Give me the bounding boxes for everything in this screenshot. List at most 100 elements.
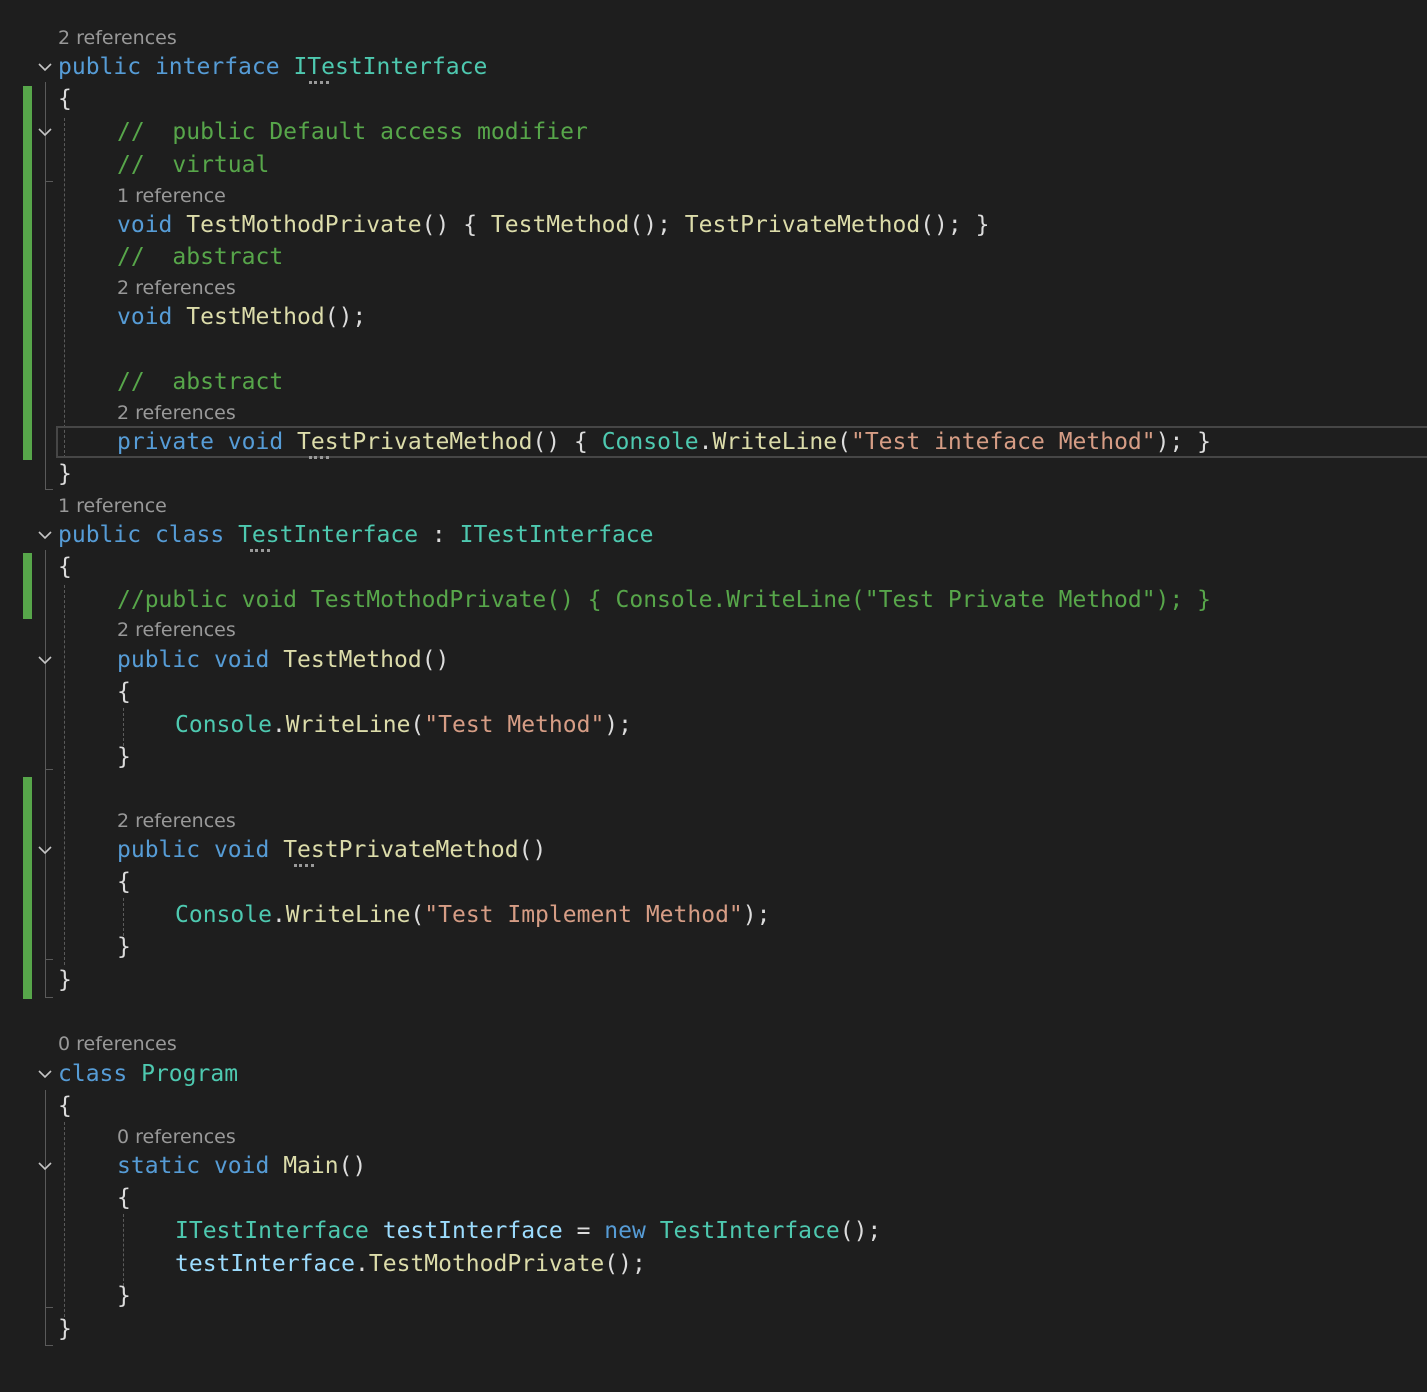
keyword: class	[154, 522, 225, 548]
method-name[interactable]: Main	[283, 1153, 338, 1179]
keyword: public	[117, 837, 201, 863]
keyword: public	[117, 647, 201, 673]
code-line[interactable]: void TestMethod();	[117, 301, 1427, 333]
method-name[interactable]: WriteLine	[713, 429, 838, 455]
indent-guide	[64, 585, 65, 965]
code-lens-references[interactable]: 2 references	[117, 618, 236, 642]
type-name[interactable]: TestInterface	[660, 1218, 840, 1244]
method-name[interactable]: TestPrivateMethod	[283, 837, 518, 863]
code-lens-references[interactable]: 1 reference	[58, 494, 167, 518]
code-lens-references[interactable]: 2 references	[58, 26, 177, 50]
type-name[interactable]: Program	[141, 1061, 238, 1087]
outline-guide	[45, 148, 46, 182]
punctuation: ()	[338, 1153, 367, 1179]
type-name[interactable]: ITestInterface	[460, 522, 654, 548]
code-line[interactable]: // public Default access modifier	[117, 116, 1427, 148]
code-line[interactable]: {	[58, 83, 1427, 115]
brace: }	[117, 744, 131, 770]
string-literal: "Test inteface Method"	[850, 429, 1156, 455]
keyword: void	[117, 304, 173, 330]
comment: // abstract	[117, 369, 284, 395]
method-name[interactable]: TestMothodPrivate	[186, 212, 421, 238]
code-line[interactable]: public void TestMethod()	[117, 644, 1427, 676]
punctuation: .	[355, 1251, 369, 1277]
code-line[interactable]: static void Main()	[117, 1150, 1427, 1182]
keyword: void	[213, 1153, 270, 1179]
code-line[interactable]: }	[58, 964, 1427, 996]
keyword: private	[117, 429, 214, 455]
method-name[interactable]: TestMethod	[491, 212, 629, 238]
brace: {	[117, 1185, 131, 1211]
chevron-down-icon[interactable]	[37, 1066, 53, 1082]
type-name[interactable]: ITestInterface	[175, 1218, 369, 1244]
punctuation: .	[271, 712, 286, 738]
code-lens-references[interactable]: 0 references	[117, 1125, 236, 1149]
punctuation: ();	[604, 1251, 646, 1277]
code-line[interactable]: class Program	[58, 1058, 1427, 1090]
code-line[interactable]: // abstract	[117, 241, 1427, 273]
code-line[interactable]: ITestInterface testInterface = new TestI…	[175, 1215, 1427, 1247]
type-name[interactable]: Console	[602, 429, 699, 455]
type-name[interactable]: Console	[175, 902, 272, 928]
code-line[interactable]: testInterface.TestMothodPrivate();	[175, 1248, 1427, 1280]
chevron-down-icon[interactable]	[37, 652, 53, 668]
punctuation: );	[604, 712, 632, 738]
code-lens-references[interactable]: 2 references	[117, 276, 236, 300]
code-line[interactable]: Console.WriteLine("Test Method");	[175, 709, 1427, 741]
method-name[interactable]: TestPrivateMethod	[685, 212, 920, 238]
string-literal: "Test Implement Method"	[424, 902, 743, 928]
method-name[interactable]: TestPrivateMethod	[297, 429, 532, 455]
code-line[interactable]: }	[117, 1280, 1427, 1312]
code-line[interactable]: }	[58, 458, 1427, 490]
variable[interactable]: testInterface	[175, 1251, 355, 1277]
code-line[interactable]: {	[117, 676, 1427, 708]
chevron-down-icon[interactable]	[37, 527, 53, 543]
code-lens-references[interactable]: 0 references	[58, 1032, 177, 1056]
chevron-down-icon[interactable]	[37, 59, 53, 75]
punctuation: ();	[324, 304, 367, 330]
code-line[interactable]: public interface ITestInterface	[58, 51, 1427, 83]
punctuation: (	[837, 429, 851, 455]
code-line[interactable]: }	[117, 931, 1427, 963]
change-indicator-bar	[23, 553, 32, 619]
code-line[interactable]: //public void TestMothodPrivate() { Cons…	[117, 584, 1427, 616]
chevron-down-icon[interactable]	[37, 124, 53, 140]
code-line[interactable]: }	[58, 1313, 1427, 1345]
punctuation: =	[562, 1218, 605, 1244]
outline-end-tick	[45, 959, 53, 960]
variable[interactable]: testInterface	[383, 1218, 563, 1244]
code-line[interactable]: // abstract	[117, 366, 1427, 398]
keyword: void	[227, 429, 284, 455]
method-name[interactable]: WriteLine	[286, 712, 411, 738]
brace: }	[117, 1283, 131, 1309]
code-line[interactable]: // virtual	[117, 149, 1427, 181]
code-lens-references[interactable]: 2 references	[117, 401, 236, 425]
method-name[interactable]: TestMethod	[283, 647, 421, 673]
change-indicator-bar	[23, 777, 32, 999]
method-name[interactable]: TestMothodPrivate	[369, 1251, 604, 1277]
brace: }	[975, 212, 990, 238]
method-name[interactable]: TestMethod	[186, 304, 324, 330]
code-line[interactable]: {	[117, 1182, 1427, 1214]
code-line[interactable]: }	[117, 741, 1427, 773]
code-line[interactable]: {	[58, 551, 1427, 583]
code-line[interactable]: {	[117, 866, 1427, 898]
brace: {	[58, 86, 72, 112]
code-line[interactable]: Console.WriteLine("Test Implement Method…	[175, 899, 1427, 931]
chevron-down-icon[interactable]	[37, 1158, 53, 1174]
outline-guide	[45, 866, 46, 960]
chevron-down-icon[interactable]	[37, 842, 53, 858]
keyword: void	[213, 647, 270, 673]
keyword: interface	[154, 54, 280, 80]
code-line[interactable]: {	[58, 1090, 1427, 1122]
code-lens-references[interactable]: 2 references	[117, 809, 236, 833]
code-line[interactable]: void TestMothodPrivate() { TestMethod();…	[117, 209, 1427, 241]
indent-guide	[64, 118, 65, 458]
type-name[interactable]: Console	[175, 712, 272, 738]
method-name[interactable]: WriteLine	[286, 902, 411, 928]
code-editor[interactable]: 2 references public interface ITestInter…	[0, 0, 1427, 1392]
punctuation: () {	[532, 429, 602, 455]
indent-guide	[123, 1214, 124, 1286]
brace: }	[117, 934, 131, 960]
code-lens-references[interactable]: 1 reference	[117, 184, 226, 208]
